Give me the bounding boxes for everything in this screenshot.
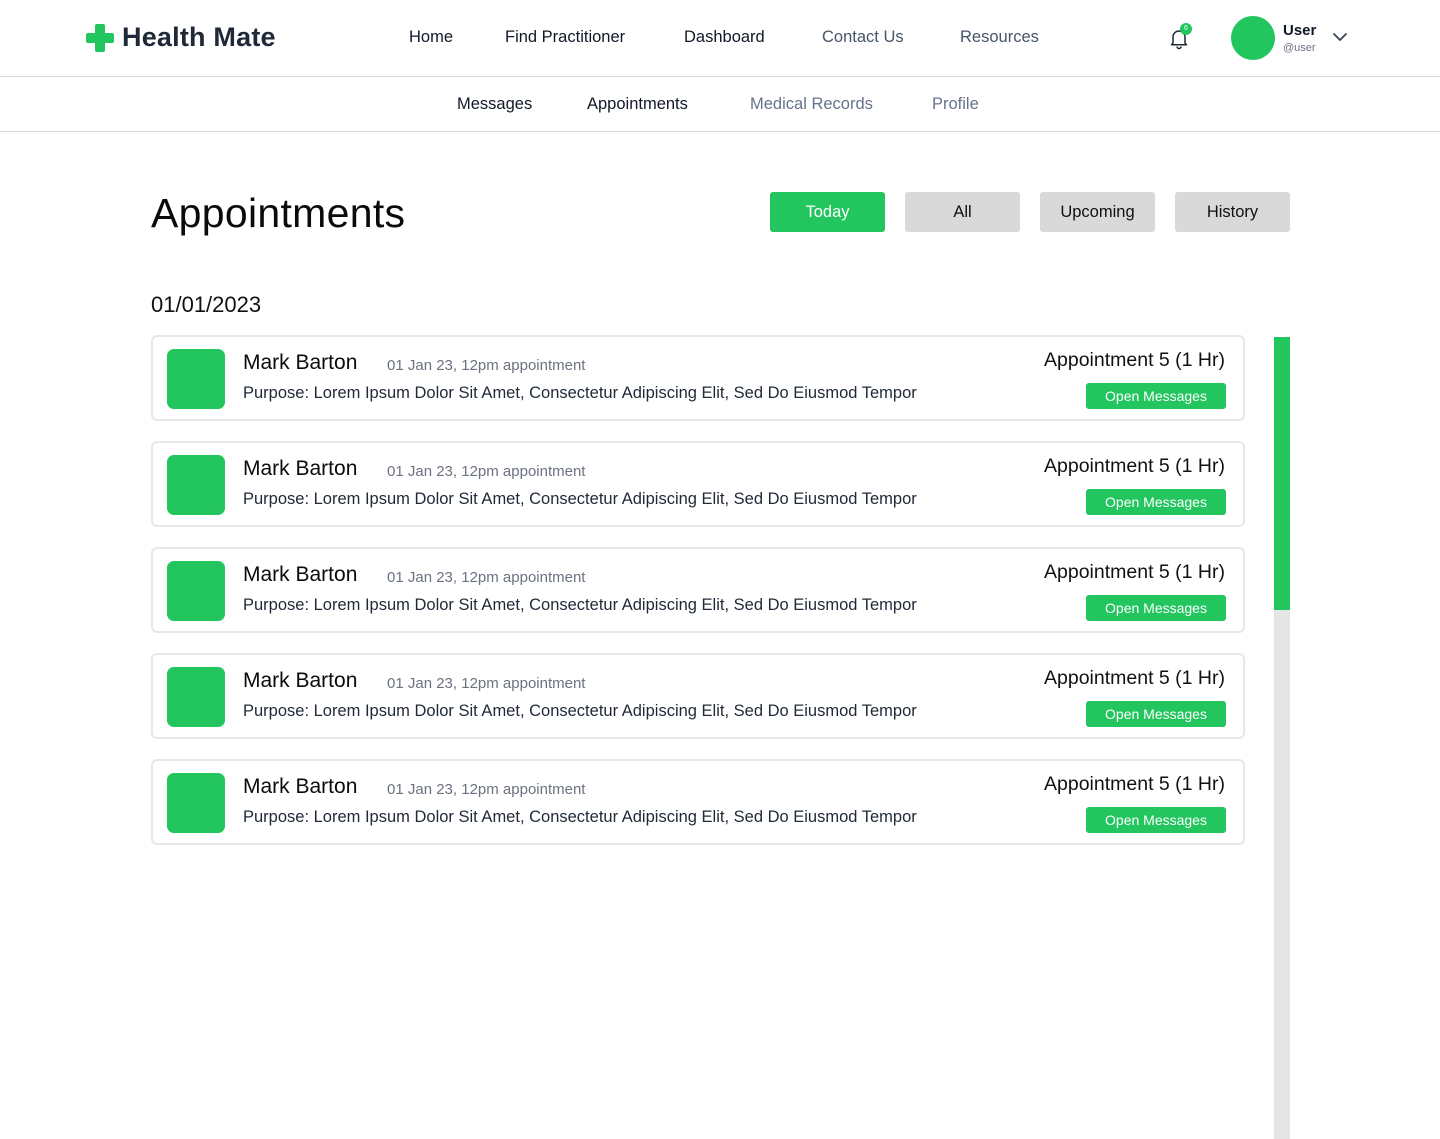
appointment-datetime: 01 Jan 23, 12pm appointment [387,357,586,374]
practitioner-photo [167,773,225,833]
subnav-messages[interactable]: Messages [457,95,532,114]
practitioner-photo [167,455,225,515]
open-messages-button[interactable]: Open Messages [1086,701,1226,727]
subnav-medical-records[interactable]: Medical Records [750,95,873,114]
user-name: User [1283,22,1317,39]
nav-home[interactable]: Home [409,28,453,47]
practitioner-name: Mark Barton [243,351,358,374]
sub-nav: Messages Appointments Medical Records Pr… [0,77,1440,132]
scrollbar-track[interactable] [1274,337,1290,1139]
nav-dashboard[interactable]: Dashboard [684,28,765,47]
open-messages-button[interactable]: Open Messages [1086,595,1226,621]
filter-today-button[interactable]: Today [770,192,885,232]
nav-resources[interactable]: Resources [960,28,1039,47]
top-header: Health Mate Home Find Practitioner Dashb… [0,0,1440,77]
appointment-datetime: 01 Jan 23, 12pm appointment [387,675,586,692]
open-messages-button[interactable]: Open Messages [1086,383,1226,409]
filter-upcoming-button[interactable]: Upcoming [1040,192,1155,232]
nav-find-practitioner[interactable]: Find Practitioner [505,28,625,47]
appointment-purpose: Purpose: Lorem Ipsum Dolor Sit Amet, Con… [243,490,917,508]
page-title: Appointments [151,190,406,236]
appointment-datetime: 01 Jan 23, 12pm appointment [387,781,586,798]
open-messages-button[interactable]: Open Messages [1086,489,1226,515]
subnav-profile[interactable]: Profile [932,95,979,114]
appointment-list: Mark Barton 01 Jan 23, 12pm appointment … [151,335,1245,865]
practitioner-name: Mark Barton [243,669,358,692]
appointment-label: Appointment 5 (1 Hr) [1044,349,1225,371]
appointment-card: Mark Barton 01 Jan 23, 12pm appointment … [151,653,1245,739]
appointment-card: Mark Barton 01 Jan 23, 12pm appointment … [151,441,1245,527]
appointment-label: Appointment 5 (1 Hr) [1044,773,1225,795]
chevron-down-icon[interactable] [1331,30,1349,44]
filter-all-button[interactable]: All [905,192,1020,232]
practitioner-photo [167,561,225,621]
subnav-appointments[interactable]: Appointments [587,95,688,114]
brand-name: Health Mate [122,22,276,52]
appointment-datetime: 01 Jan 23, 12pm appointment [387,463,586,480]
brand-logo[interactable]: Health Mate [86,22,276,53]
practitioner-name: Mark Barton [243,563,358,586]
appointment-card: Mark Barton 01 Jan 23, 12pm appointment … [151,547,1245,633]
practitioner-name: Mark Barton [243,457,358,480]
practitioner-photo [167,667,225,727]
practitioner-name: Mark Barton [243,775,358,798]
notification-badge: 6 [1180,23,1192,35]
appointment-card: Mark Barton 01 Jan 23, 12pm appointment … [151,759,1245,845]
user-handle: @user [1283,42,1316,54]
appointment-label: Appointment 5 (1 Hr) [1044,455,1225,477]
medical-cross-icon [86,23,114,52]
appointment-purpose: Purpose: Lorem Ipsum Dolor Sit Amet, Con… [243,384,917,402]
date-heading: 01/01/2023 [151,292,262,317]
appointment-label: Appointment 5 (1 Hr) [1044,561,1225,583]
scrollbar-thumb[interactable] [1274,337,1290,610]
nav-contact-us[interactable]: Contact Us [822,28,904,47]
appointment-label: Appointment 5 (1 Hr) [1044,667,1225,689]
appointment-purpose: Purpose: Lorem Ipsum Dolor Sit Amet, Con… [243,808,917,826]
appointment-purpose: Purpose: Lorem Ipsum Dolor Sit Amet, Con… [243,596,917,614]
practitioner-photo [167,349,225,409]
appointment-card: Mark Barton 01 Jan 23, 12pm appointment … [151,335,1245,421]
open-messages-button[interactable]: Open Messages [1086,807,1226,833]
filter-history-button[interactable]: History [1175,192,1290,232]
avatar[interactable] [1231,16,1275,60]
appointment-datetime: 01 Jan 23, 12pm appointment [387,569,586,586]
appointment-purpose: Purpose: Lorem Ipsum Dolor Sit Amet, Con… [243,702,917,720]
